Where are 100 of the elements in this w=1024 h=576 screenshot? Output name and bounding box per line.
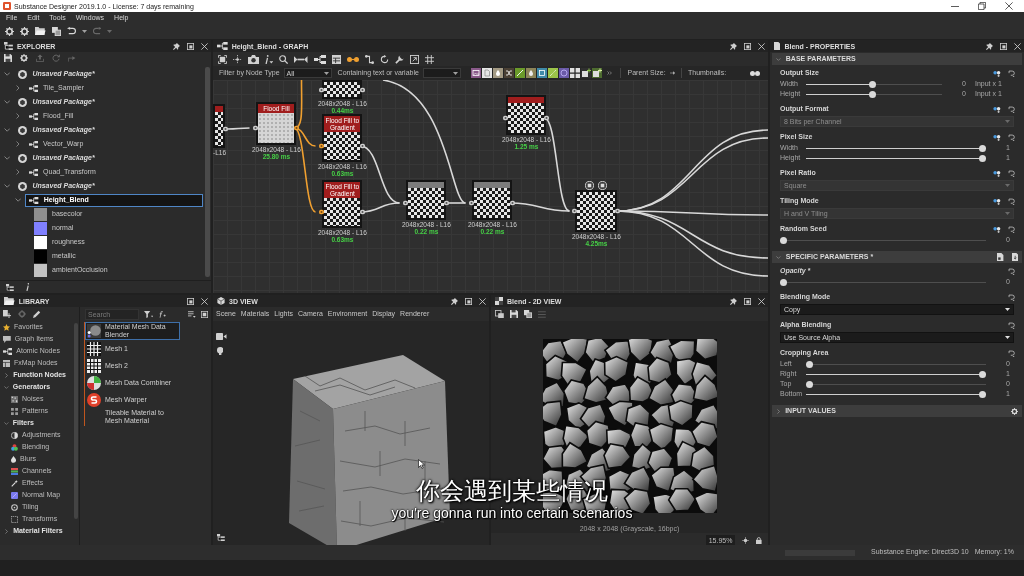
chevron-down-icon[interactable]: [15, 198, 22, 202]
slider-thumb[interactable]: [979, 144, 986, 152]
port-icon[interactable]: [403, 200, 409, 206]
info-icon[interactable]: [265, 54, 274, 64]
double-chevron-icon[interactable]: [606, 71, 613, 75]
info-icon[interactable]: [25, 283, 29, 291]
gear-icon[interactable]: [20, 54, 28, 62]
new-file-icon[interactable]: [3, 310, 11, 318]
undo-icon[interactable]: [66, 27, 76, 35]
reset-icon[interactable]: [1008, 322, 1015, 329]
slider[interactable]: [806, 154, 986, 162]
pin-icon[interactable]: [451, 297, 458, 305]
connector-icon[interactable]: [294, 54, 308, 64]
slider[interactable]: [780, 236, 986, 244]
chevron-down-icon[interactable]: [4, 72, 11, 76]
port-icon[interactable]: [253, 125, 259, 131]
chevron-right-icon[interactable]: [16, 141, 20, 147]
reset-icon[interactable]: [1008, 106, 1015, 113]
port-icon[interactable]: [544, 115, 550, 121]
drop-icon[interactable]: [492, 68, 503, 78]
chevron-down-icon[interactable]: [4, 128, 11, 132]
slider[interactable]: [806, 90, 942, 98]
reset-icon[interactable]: [1008, 226, 1015, 233]
linked-nodes-icon[interactable]: [992, 226, 1001, 233]
graph-node[interactable]: [472, 180, 513, 220]
port-icon[interactable]: [223, 126, 228, 132]
chevron-right-icon[interactable]: [16, 169, 20, 175]
slider[interactable]: [806, 380, 986, 388]
pin-icon[interactable]: [986, 42, 993, 50]
filter-icon[interactable]: [144, 310, 154, 318]
curve-icon[interactable]: [514, 68, 525, 78]
page-icon[interactable]: [481, 68, 492, 78]
wrench-icon[interactable]: [394, 54, 404, 64]
slider-thumb[interactable]: [780, 236, 787, 244]
port-icon[interactable]: [360, 143, 366, 149]
variable-field[interactable]: [422, 68, 461, 78]
graph-node[interactable]: [213, 104, 225, 148]
linked-nodes-icon[interactable]: [992, 70, 1001, 77]
grid-icon[interactable]: [424, 54, 434, 64]
refresh-icon[interactable]: [379, 54, 389, 64]
reset-icon[interactable]: [1008, 268, 1015, 275]
float-icon[interactable]: [465, 297, 472, 305]
settings-icon[interactable]: [1011, 407, 1018, 415]
video-camera-icon[interactable]: [216, 333, 227, 340]
close-icon[interactable]: [1005, 2, 1013, 10]
circle-badge-icon[interactable]: [585, 180, 595, 190]
drop-icon[interactable]: [525, 68, 536, 78]
restore-icon[interactable]: [978, 2, 986, 10]
arrow-icon[interactable]: [669, 71, 675, 75]
reset-icon[interactable]: [1008, 198, 1015, 205]
gear-icon[interactable]: [5, 26, 14, 36]
port-icon[interactable]: [469, 200, 475, 206]
chevron-down-icon[interactable]: [4, 156, 11, 160]
caret-icon[interactable]: [81, 29, 87, 33]
graph-node[interactable]: [406, 180, 447, 220]
pin-icon[interactable]: [730, 42, 737, 50]
port-icon[interactable]: [319, 87, 325, 92]
move-icon[interactable]: [233, 54, 242, 64]
document-icon[interactable]: [997, 253, 1004, 261]
reset-icon[interactable]: [1008, 70, 1015, 77]
port-icon[interactable]: [503, 115, 509, 121]
frame-icon[interactable]: [536, 68, 547, 78]
slider-thumb[interactable]: [979, 370, 986, 378]
port-icon[interactable]: [319, 209, 325, 215]
float-icon[interactable]: [744, 297, 751, 305]
camera-icon[interactable]: [248, 54, 259, 64]
graph-node[interactable]: [506, 95, 547, 135]
slider-thumb[interactable]: [806, 380, 813, 388]
dashed-line-icon[interactable]: [547, 68, 558, 78]
toggle-icon[interactable]: [750, 70, 760, 76]
lock-icon[interactable]: [756, 536, 762, 544]
scrollbar[interactable]: [205, 67, 210, 277]
slider[interactable]: [806, 80, 942, 88]
chevron-down-icon[interactable]: [4, 100, 11, 104]
light-bulb-icon[interactable]: [217, 347, 224, 355]
reset-icon[interactable]: [1008, 170, 1015, 177]
chevron-right-icon[interactable]: [16, 85, 20, 91]
save-icon[interactable]: [4, 54, 12, 62]
slider-thumb[interactable]: [979, 154, 986, 162]
port-icon[interactable]: [319, 143, 325, 149]
export-icon[interactable]: [409, 54, 419, 64]
pin-icon[interactable]: [730, 297, 737, 305]
port-icon[interactable]: [444, 200, 450, 206]
function-icon[interactable]: [158, 310, 166, 318]
copy-icon[interactable]: [523, 310, 532, 318]
circle-icon[interactable]: [558, 68, 569, 78]
add-icon[interactable]: [580, 68, 591, 78]
port-icon[interactable]: [572, 208, 578, 214]
copy-icon[interactable]: [51, 26, 61, 36]
slider[interactable]: [806, 370, 986, 378]
save-icon[interactable]: [509, 310, 518, 318]
circle-badge-icon[interactable]: [598, 180, 608, 190]
crosshair-icon[interactable]: [742, 536, 750, 544]
list-view-icon[interactable]: [188, 310, 196, 318]
pencil-icon[interactable]: [33, 310, 41, 318]
slider-thumb[interactable]: [806, 360, 813, 368]
slider-thumb[interactable]: [979, 390, 986, 398]
expand-icon[interactable]: [201, 310, 208, 318]
minimize-icon[interactable]: [951, 5, 959, 7]
step-icon[interactable]: [364, 54, 374, 64]
